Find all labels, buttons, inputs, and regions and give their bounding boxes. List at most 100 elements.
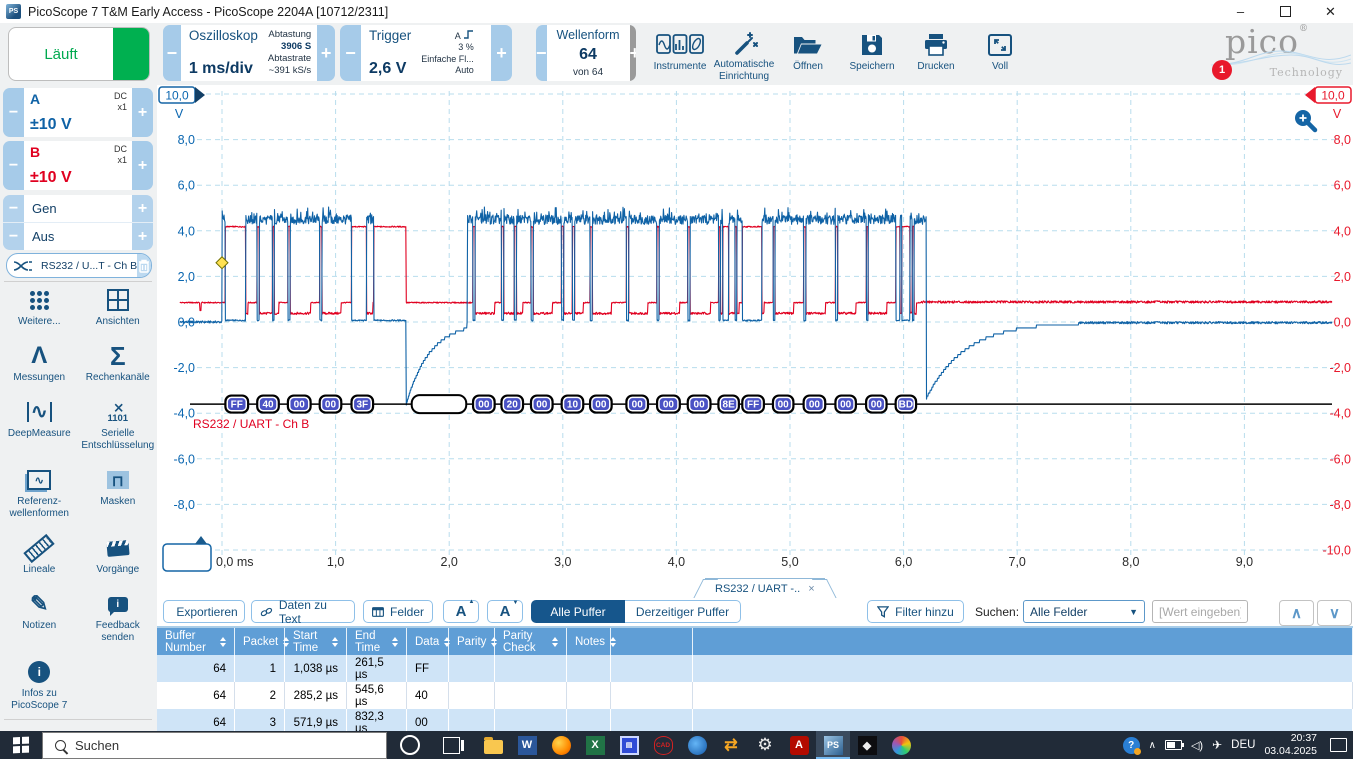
search-value-input[interactable] <box>1152 600 1248 623</box>
taskbar-app-excel[interactable]: X <box>578 731 612 759</box>
table-row[interactable]: 64 2 285,2 µs 545,6 µs 40 <box>157 682 1353 709</box>
toolbar-button--ffnen[interactable]: Öffnen <box>776 26 840 82</box>
taskbar-app-launcher[interactable]: ◆ <box>850 731 884 759</box>
sidebar-item-messungen[interactable]: Λ Messungen <box>0 341 79 384</box>
decoder-tab[interactable]: RS232 / UART -.. × <box>705 578 825 598</box>
taskbar-app-acrobat[interactable]: A <box>782 731 816 759</box>
timebase-decrease-button[interactable]: − <box>163 25 181 81</box>
font-decrease-button[interactable]: A <box>487 600 523 623</box>
search-next-button[interactable]: ∨ <box>1317 600 1352 626</box>
sidebar-item-ansichten[interactable]: Ansichten <box>79 285 158 328</box>
scope-display[interactable]: FF 40 00 00 3F 00 20 00 10 00 00 00 00 8E FF 00 00 00 00 BD… <box>157 85 1353 578</box>
table-row[interactable]: 64 1 1,038 µs 261,5 µs FF <box>157 655 1353 682</box>
fields-button[interactable]: Felder <box>363 600 433 623</box>
toolbar-button-instrumente[interactable]: Instrumente <box>648 26 712 82</box>
gen-increase-button[interactable] <box>132 195 153 222</box>
scope-canvas[interactable]: FF 40 00 00 3F 00 20 00 10 00 00 00 00 8E FF 00 00 00 00 BD… <box>157 85 1353 578</box>
timebase-settings[interactable]: Oszilloskop 1 ms/div Abtastung 3906 S Ab… <box>180 25 318 81</box>
serial-decoder-button[interactable]: RS232 / U...T - Ch B <box>6 253 152 278</box>
decoder-tab-close-button[interactable]: × <box>808 583 814 595</box>
column-header-parity[interactable]: Parity <box>449 628 498 655</box>
notification-center-icon[interactable] <box>1330 738 1347 752</box>
toolbar-button-drucken[interactable]: Drucken <box>904 26 968 82</box>
cortana-button[interactable] <box>400 735 420 755</box>
sidebar-item-feedback-senden[interactable]: i Feedback senden <box>79 589 158 644</box>
tray-chevron-icon[interactable]: ∧ <box>1149 740 1156 751</box>
battery-icon[interactable] <box>1164 740 1184 750</box>
taskbar-app-megacad[interactable]: CAD <box>646 731 680 759</box>
taskbar-app-file-explorer[interactable] <box>476 731 510 759</box>
maximize-button[interactable] <box>1263 0 1308 23</box>
help-tray-icon[interactable]: ? <box>1122 736 1141 755</box>
sidebar-item-deepmeasure[interactable]: ∿ DeepMeasure <box>0 397 79 452</box>
right-axis-scale-tag[interactable]: 10,0 <box>1305 86 1352 104</box>
toolbar-button-automatische-einrichtung[interactable]: Automatische Einrichtung <box>712 26 776 82</box>
trigger-decrease-button[interactable]: − <box>340 25 361 81</box>
toolbar-button-voll[interactable]: Voll <box>968 26 1032 82</box>
taskbar-app-firefox[interactable] <box>544 731 578 759</box>
start-button[interactable] <box>0 731 42 759</box>
buffer-overview-box[interactable] <box>162 536 212 572</box>
trigger-increase-button[interactable]: + <box>491 25 512 81</box>
run-green-indicator[interactable] <box>113 28 149 80</box>
taskbar-app-thunderbird[interactable] <box>680 731 714 759</box>
clock[interactable]: 20:37 03.04.2025 <box>1264 732 1317 758</box>
channel-b-card[interactable]: B DCx1 ±10 V <box>3 141 153 190</box>
column-header-notes[interactable]: Notes <box>567 628 617 655</box>
channel-a-increase-button[interactable] <box>132 88 153 137</box>
volume-icon[interactable]: ◁) <box>1191 739 1203 752</box>
column-header-parity-check[interactable]: Parity Check <box>495 628 567 655</box>
toolbar-button-speichern[interactable]: Speichern <box>840 26 904 82</box>
sidebar-item-masken[interactable]: ⊓ Masken <box>79 465 158 520</box>
taskbar-search[interactable]: Suchen <box>42 731 387 759</box>
gen-state-decrease-button[interactable] <box>3 223 24 250</box>
gen-state[interactable]: Aus <box>24 223 132 250</box>
channel-a-decrease-button[interactable] <box>3 88 24 137</box>
sidebar-item-notizen[interactable]: ✎ Notizen <box>0 589 79 644</box>
trigger-marker[interactable] <box>215 256 229 270</box>
column-header-buffer-number[interactable]: Buffer Number <box>157 628 235 655</box>
channel-b-decrease-button[interactable] <box>3 141 24 190</box>
close-button[interactable]: ✕ <box>1308 0 1353 23</box>
sidebar-item-infos-zu-picoscope-7[interactable]: i Infos zu PicoScope 7 <box>0 657 79 712</box>
gen-label[interactable]: Gen <box>24 195 132 222</box>
waveform-next-button[interactable]: + <box>629 25 636 81</box>
gen-decrease-button[interactable] <box>3 195 24 222</box>
taskbar-app-paint[interactable] <box>884 731 918 759</box>
sidebar-item-lineale[interactable]: Lineale <box>0 533 79 576</box>
all-buffers-button[interactable]: Alle Puffer <box>531 600 625 623</box>
minimize-button[interactable]: – <box>1218 0 1263 23</box>
taskbar-app-remote-tool[interactable]: ⇄ <box>714 731 748 759</box>
sidebar-item-serielle-entschl-sselung[interactable]: ⨯ 1101 Serielle Entschlüsselung <box>79 397 158 452</box>
run-stop-button[interactable]: Läuft <box>8 27 150 81</box>
export-button[interactable]: Exportieren <box>163 600 245 623</box>
font-increase-button[interactable]: A <box>443 599 479 623</box>
current-buffer-button[interactable]: Derzeitiger Puffer <box>625 600 741 623</box>
sidebar-item-rechenkan-le[interactable]: Σ Rechenkanäle <box>79 341 158 384</box>
zoom-tool-icon[interactable] <box>1295 110 1318 133</box>
search-field-select[interactable]: Alle Felder ▼ <box>1023 600 1145 623</box>
data-to-text-button[interactable]: Daten zu Text <box>251 598 355 626</box>
network-icon[interactable]: ✈ <box>1212 738 1222 752</box>
trigger-settings[interactable]: Trigger 2,6 V A 3 % Einfache Fl... Auto <box>361 25 491 81</box>
taskbar-app-word[interactable]: W <box>510 731 544 759</box>
decoder-delete-button[interactable] <box>137 254 151 277</box>
search-prev-button[interactable]: ∧ <box>1279 600 1314 626</box>
column-header-data[interactable]: Data <box>407 628 451 655</box>
sidebar-item-vorg-nge[interactable]: Vorgänge <box>79 533 158 576</box>
sidebar-item-weitere-[interactable]: Weitere... <box>0 285 79 328</box>
notification-badge[interactable]: 1 <box>1212 60 1232 80</box>
left-axis-scale-tag[interactable]: 10,0 <box>158 86 205 104</box>
taskbar-app-settings[interactable]: ⚙ <box>748 731 782 759</box>
column-header-end-time[interactable]: End Time <box>347 628 407 655</box>
add-filter-button[interactable]: Filter hinzu <box>867 600 964 623</box>
gen-state-increase-button[interactable] <box>132 223 153 250</box>
waveform-prev-button[interactable]: − <box>536 25 547 81</box>
language-indicator[interactable]: DEU <box>1231 739 1255 751</box>
sidebar-item-referenz-wellenformen[interactable]: ∿ Referenz- wellenformen <box>0 465 79 520</box>
timebase-increase-button[interactable]: + <box>317 25 335 81</box>
channel-b-increase-button[interactable] <box>132 141 153 190</box>
taskbar-app-backup-tool[interactable]: ▤ <box>612 731 646 759</box>
taskbar-app-picoscope[interactable]: PS <box>816 731 850 759</box>
channel-a-card[interactable]: A DCx1 ±10 V <box>3 88 153 137</box>
